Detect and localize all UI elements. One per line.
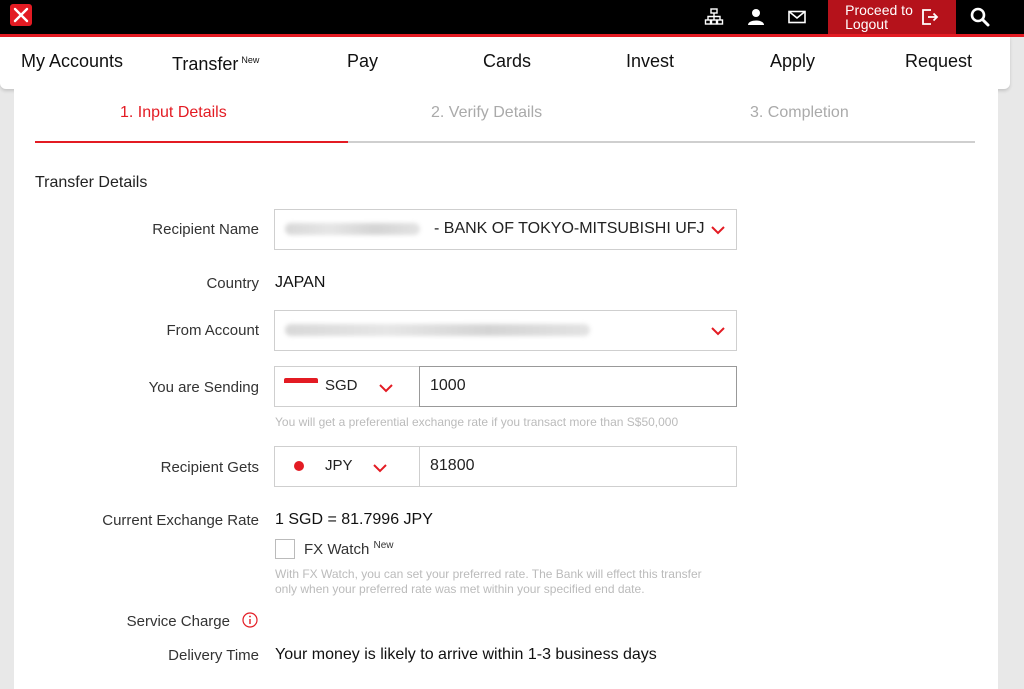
logout-label-line2: Logout (845, 16, 888, 32)
section-title: Transfer Details (35, 174, 148, 191)
exchange-rate-value: 1 SGD = 81.7996 JPY (275, 511, 433, 528)
sitemap-button[interactable] (694, 0, 734, 34)
logout-button[interactable]: Proceed to Logout (828, 0, 956, 34)
mail-icon (788, 10, 806, 24)
logout-label-line1: Proceed to (845, 2, 913, 18)
recipient-gets-label: Recipient Gets (160, 459, 259, 476)
info-icon[interactable] (242, 612, 258, 628)
new-badge: New (241, 55, 260, 65)
fx-watch-hint: With FX Watch, you can set your preferre… (275, 567, 702, 597)
nav-transfer[interactable]: Transfer New (172, 54, 259, 75)
singapore-flag-icon (284, 378, 318, 388)
step-completion: 3. Completion (750, 104, 849, 121)
active-step-indicator (35, 141, 348, 143)
nav-invest[interactable]: Invest (626, 51, 674, 72)
country-label: Country (206, 275, 259, 292)
main-nav: My Accounts Transfer New Pay Cards Invest… (0, 37, 1010, 89)
nav-label: Cards (483, 51, 532, 71)
nav-label: My Accounts (21, 51, 124, 71)
step-verify-details: 2. Verify Details (431, 104, 543, 121)
nav-cards[interactable]: Cards (483, 51, 531, 72)
from-account-select[interactable] (274, 310, 737, 351)
delivery-time-label: Delivery Time (168, 647, 259, 664)
fx-watch-hint-line2: only when your preferred rate was met wi… (275, 582, 645, 596)
nav-label: Request (905, 51, 973, 71)
receiving-amount-input[interactable]: 81800 (419, 446, 737, 487)
nav-my-accounts[interactable]: My Accounts (21, 51, 123, 72)
sending-amount: 1000 (430, 377, 466, 394)
redacted-account (285, 324, 590, 336)
exchange-rate-label: Current Exchange Rate (102, 512, 259, 529)
logout-icon (921, 9, 939, 25)
nav-apply[interactable]: Apply (770, 51, 815, 72)
search-icon (970, 7, 990, 27)
receiving-currency: JPY (325, 457, 353, 474)
nav-label: Pay (347, 51, 379, 71)
nav-label: Invest (626, 51, 675, 71)
nav-request[interactable]: Request (905, 51, 972, 72)
new-badge: New (373, 540, 394, 551)
recipient-bank-text: - BANK OF TOKYO-MITSUBISHI UFJ, L (434, 220, 706, 237)
redacted-recipient (285, 223, 420, 235)
sending-hint: You will get a preferential exchange rat… (275, 415, 679, 429)
top-bar: Proceed to Logout (0, 0, 1024, 37)
logout-label: Proceed to Logout (845, 3, 913, 31)
sending-currency: SGD (325, 377, 358, 394)
fx-watch-label[interactable]: FX Watch New (304, 540, 393, 558)
profile-button[interactable] (736, 0, 776, 34)
bank-logo[interactable] (10, 4, 32, 26)
chevron-down-icon (379, 384, 393, 393)
sending-label: You are Sending (148, 379, 259, 396)
step-input-details: 1. Input Details (120, 104, 227, 121)
recipient-name-select[interactable]: - BANK OF TOKYO-MITSUBISHI UFJ, L (274, 209, 737, 250)
search-button[interactable] (958, 0, 1002, 34)
from-account-label: From Account (166, 322, 259, 339)
user-icon (748, 9, 764, 25)
transfer-panel: 1. Input Details 2. Verify Details 3. Co… (14, 89, 998, 689)
sending-currency-select[interactable]: SGD (274, 366, 421, 407)
progress-steps: 1. Input Details 2. Verify Details 3. Co… (35, 89, 975, 143)
receiving-currency-select[interactable]: JPY (274, 446, 421, 487)
chevron-down-icon (711, 327, 725, 336)
country-value: JAPAN (275, 274, 326, 291)
logo-icon (13, 7, 29, 23)
recipient-name-label: Recipient Name (152, 221, 259, 238)
delivery-time-value: Your money is likely to arrive within 1-… (275, 646, 657, 663)
chevron-down-icon (711, 226, 725, 235)
fx-watch-hint-line1: With FX Watch, you can set your preferre… (275, 567, 702, 581)
fx-watch-text: FX Watch (304, 541, 370, 558)
nav-pay[interactable]: Pay (347, 51, 378, 72)
mail-button[interactable] (777, 0, 817, 34)
japan-flag-icon (294, 461, 304, 471)
fx-watch-checkbox[interactable] (275, 539, 295, 559)
nav-label: Transfer (172, 54, 239, 74)
service-charge-label: Service Charge (126, 613, 230, 630)
receiving-amount: 81800 (430, 457, 475, 474)
sitemap-icon (704, 8, 724, 25)
chevron-down-icon (373, 464, 387, 473)
sending-amount-input[interactable]: 1000 (419, 366, 737, 407)
nav-label: Apply (770, 51, 816, 71)
